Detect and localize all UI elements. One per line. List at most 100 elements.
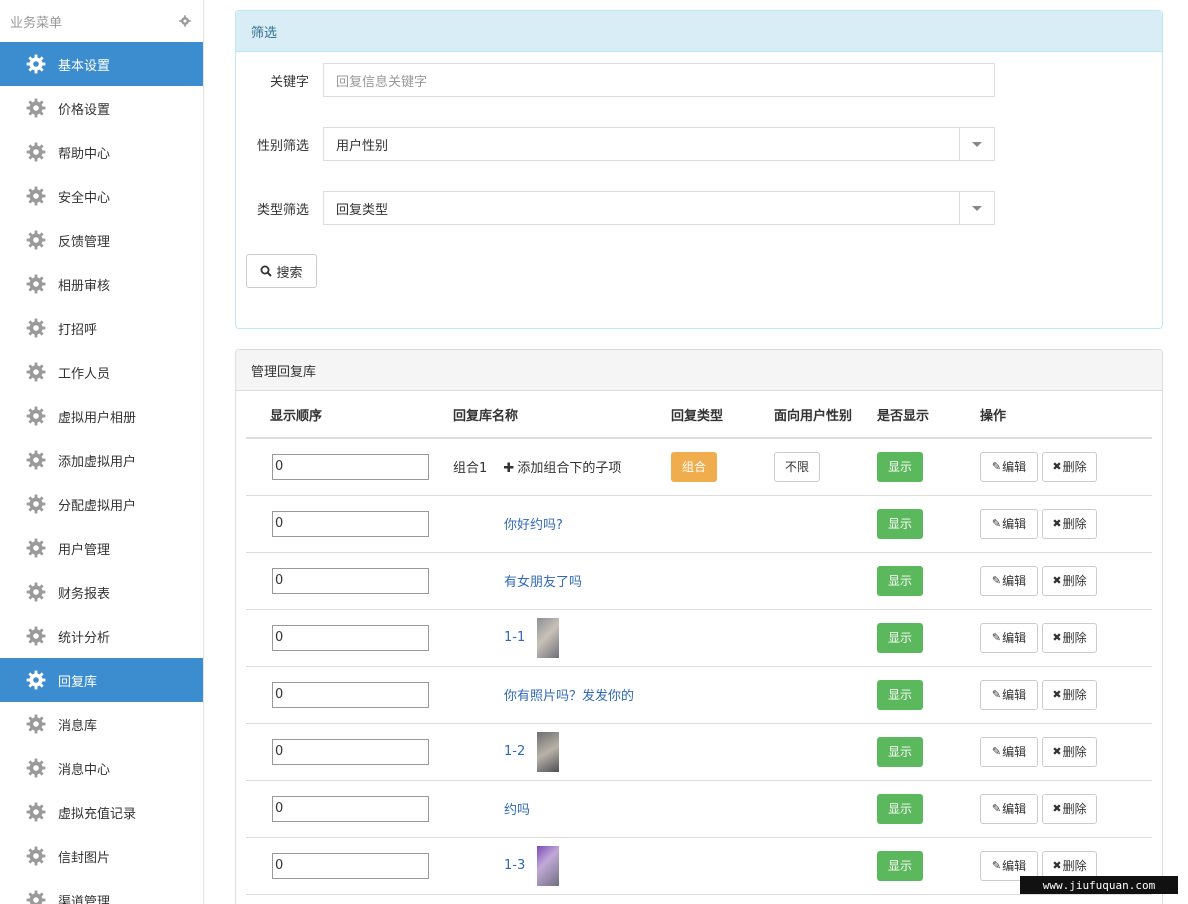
order-input[interactable]: 0: [272, 681, 429, 708]
table-header-row: 显示顺序 回复库名称 回复类型 面向用户性别 是否显示 操作: [246, 391, 1152, 439]
sidebar-item[interactable]: 价格设置: [0, 86, 203, 130]
gender-select[interactable]: 用户性别: [323, 127, 995, 161]
gender-badge: 不限: [774, 451, 820, 482]
delete-button[interactable]: ✖ 删除: [1042, 565, 1097, 596]
type-select-toggle[interactable]: [959, 192, 994, 224]
sidebar-item[interactable]: 基本设置: [0, 42, 203, 86]
sidebar-item[interactable]: 用户管理: [0, 526, 203, 570]
settings-gear-icon[interactable]: [179, 15, 191, 27]
col-visible: 是否显示: [853, 391, 956, 439]
edit-button[interactable]: ✎ 编辑: [980, 508, 1038, 539]
sidebar-item[interactable]: 信封图片: [0, 834, 203, 878]
edit-label: 编辑: [1002, 688, 1027, 702]
order-value: 0: [275, 459, 284, 475]
reply-name-text: 1-2: [504, 744, 526, 759]
reply-name[interactable]: 1-3: [429, 845, 647, 886]
visibility-toggle-button[interactable]: 显示: [877, 508, 923, 539]
gender-filter-row: 性别筛选 用户性别: [236, 127, 996, 161]
visibility-toggle-button[interactable]: 显示: [877, 622, 923, 653]
order-value: 0: [275, 630, 284, 645]
sidebar-item-label: 价格设置: [58, 102, 111, 118]
sidebar-item[interactable]: 反馈管理: [0, 218, 203, 262]
visibility-toggle-button[interactable]: 显示: [877, 736, 923, 767]
type-select-value: 回复类型: [336, 202, 389, 218]
edit-label: 编辑: [1002, 517, 1027, 531]
order-input[interactable]: 0: [272, 852, 429, 879]
sidebar-item[interactable]: 消息库: [0, 702, 203, 746]
filter-panel-title: 筛选: [236, 11, 1162, 52]
order-input[interactable]: 0: [272, 510, 429, 537]
delete-button[interactable]: ✖ 删除: [1042, 451, 1097, 482]
gear-icon: [26, 890, 46, 904]
reply-name[interactable]: 约吗: [429, 799, 647, 818]
search-button[interactable]: 搜索: [246, 254, 317, 288]
delete-label: 删除: [1062, 745, 1087, 759]
col-type: 回复类型: [647, 391, 750, 439]
delete-button[interactable]: ✖ 删除: [1042, 736, 1097, 767]
sidebar-item-label: 统计分析: [58, 630, 111, 646]
order-value: 0: [275, 801, 284, 816]
delete-button[interactable]: ✖ 删除: [1042, 679, 1097, 710]
reply-name[interactable]: 你有照片吗？发发你的: [429, 685, 647, 704]
reply-name-text: 约吗: [504, 803, 531, 818]
add-child-link[interactable]: ✚ 添加组合下的子项: [503, 461, 621, 476]
edit-button[interactable]: ✎ 编辑: [980, 793, 1038, 824]
sidebar-item[interactable]: 分配虚拟用户: [0, 482, 203, 526]
visibility-toggle-button[interactable]: 显示: [877, 793, 923, 824]
reply-name-text: 1-1: [504, 630, 526, 645]
sidebar-item[interactable]: 打招呼: [0, 306, 203, 350]
sidebar-item[interactable]: 添加虚拟用户: [0, 438, 203, 482]
visibility-toggle-button[interactable]: 显示: [877, 679, 923, 710]
sidebar-item-label: 反馈管理: [58, 234, 111, 250]
edit-label: 编辑: [1002, 859, 1027, 873]
edit-button[interactable]: ✎ 编辑: [980, 451, 1038, 482]
order-input[interactable]: 0: [272, 738, 429, 765]
delete-button[interactable]: ✖ 删除: [1042, 622, 1097, 653]
type-select[interactable]: 回复类型: [323, 191, 995, 225]
gender-filter-label: 性别筛选: [256, 138, 309, 154]
edit-icon: ✎: [991, 688, 1002, 701]
sidebar-item[interactable]: 回复库: [0, 658, 203, 702]
order-input[interactable]: 0: [272, 567, 429, 594]
close-icon: ✖: [1052, 802, 1062, 815]
gender-select-value: 用户性别: [336, 138, 389, 154]
reply-name[interactable]: 你好约吗?: [429, 514, 647, 533]
sidebar-item-label: 消息库: [58, 718, 98, 734]
sidebar-item[interactable]: 统计分析: [0, 614, 203, 658]
visibility-toggle-button[interactable]: 显示: [877, 451, 923, 482]
visibility-toggle-button[interactable]: 显示: [877, 850, 923, 881]
edit-button[interactable]: ✎ 编辑: [980, 679, 1038, 710]
sidebar-item[interactable]: 虚拟充值记录: [0, 790, 203, 834]
sidebar-item-label: 用户管理: [58, 542, 111, 558]
edit-button[interactable]: ✎ 编辑: [980, 622, 1038, 653]
delete-button[interactable]: ✖ 删除: [1042, 508, 1097, 539]
reply-name[interactable]: 有女朋友了吗: [429, 571, 647, 590]
visibility-toggle-button[interactable]: 显示: [877, 565, 923, 596]
delete-button[interactable]: ✖ 删除: [1042, 793, 1097, 824]
sidebar-item[interactable]: 相册审核: [0, 262, 203, 306]
delete-label: 删除: [1062, 631, 1087, 645]
edit-button[interactable]: ✎ 编辑: [980, 565, 1038, 596]
edit-label: 编辑: [1002, 574, 1027, 588]
edit-label: 编辑: [1002, 460, 1027, 475]
gear-icon: [26, 758, 46, 778]
sidebar-item[interactable]: 虚拟用户相册: [0, 394, 203, 438]
sidebar-item-label: 虚拟用户相册: [58, 410, 137, 426]
sidebar-item[interactable]: 工作人员: [0, 350, 203, 394]
reply-name[interactable]: 1-2: [429, 731, 647, 772]
keyword-input[interactable]: 回复信息关键字: [323, 63, 995, 97]
keyword-placeholder: 回复信息关键字: [336, 74, 428, 90]
order-input[interactable]: 0: [272, 624, 429, 651]
sidebar-item[interactable]: 安全中心: [0, 174, 203, 218]
edit-button[interactable]: ✎ 编辑: [980, 736, 1038, 767]
sidebar-item[interactable]: 帮助中心: [0, 130, 203, 174]
plus-icon: ✚: [503, 461, 515, 477]
reply-name[interactable]: 1-1: [429, 617, 647, 658]
sidebar-item[interactable]: 财务报表: [0, 570, 203, 614]
sidebar-item[interactable]: 消息中心: [0, 746, 203, 790]
sidebar-item[interactable]: 渠道管理: [0, 878, 203, 904]
order-input[interactable]: 0: [272, 453, 429, 480]
gender-select-toggle[interactable]: [959, 128, 994, 160]
sidebar-item-label: 安全中心: [58, 190, 111, 206]
order-input[interactable]: 0: [272, 795, 429, 822]
